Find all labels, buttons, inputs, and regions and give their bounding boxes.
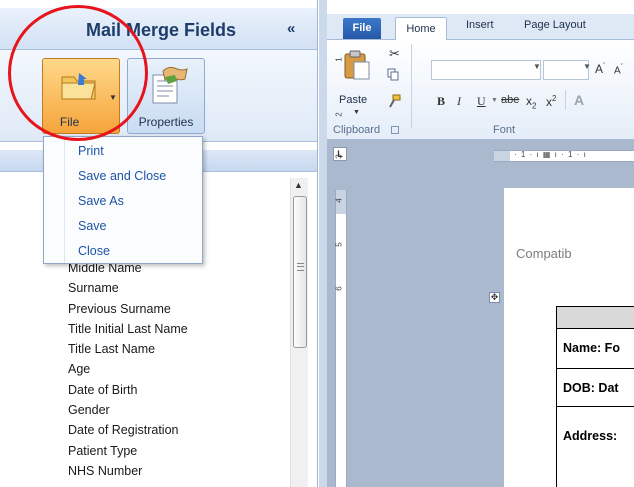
properties-button[interactable]: Properties (127, 58, 205, 134)
ruler-number: 3 (334, 154, 344, 159)
field-list-item[interactable]: Title Last Name (68, 339, 288, 359)
panel-header: Mail Merge Fields « (0, 8, 317, 50)
panel-title: Mail Merge Fields (86, 20, 237, 40)
collapse-panel-button[interactable]: « (287, 20, 295, 37)
file-button[interactable]: ▼ File (42, 58, 120, 134)
font-group-label: Font (493, 124, 516, 136)
file-button-label: File (59, 115, 80, 129)
font-name-box[interactable] (431, 60, 541, 80)
cut-scissors-icon[interactable]: ✂ (389, 46, 400, 62)
field-list-item[interactable]: Title Initial Last Name (68, 319, 288, 339)
field-list-item[interactable]: Gender (68, 400, 288, 420)
scroll-grip-icon (297, 263, 304, 271)
menu-item-print[interactable]: Print (78, 144, 104, 158)
chevron-down-icon: ▼ (109, 93, 117, 102)
vertical-ruler[interactable]: 1 2 3 4 5 6 (334, 57, 347, 487)
bold-button[interactable]: B (437, 94, 445, 109)
panel-toolbar: ▼ File Properties (0, 50, 317, 142)
menu-item-save-and-close[interactable]: Save and Close (78, 169, 166, 183)
ruler-number: 6 (334, 286, 344, 291)
table-row[interactable]: Name: Fo (557, 328, 634, 368)
menu-item-close[interactable]: Close (78, 244, 110, 258)
ruler-number: 5 (334, 242, 344, 247)
tab-page-layout[interactable]: Page Layout (524, 19, 586, 31)
table-cell-text: Address: (563, 429, 618, 443)
menu-item-save[interactable]: Save (78, 219, 107, 233)
document-table[interactable]: Name: Fo DOB: Dat Address: (556, 306, 634, 487)
menu-item-save-as[interactable]: Save As (78, 194, 124, 208)
ruler-number: 1 (334, 57, 344, 62)
ruler-number: 2 (334, 112, 344, 117)
ribbon-group-separator (411, 44, 412, 128)
strikethrough-button[interactable]: abe (501, 94, 519, 106)
table-header-row[interactable] (557, 306, 634, 328)
table-move-handle-icon[interactable]: ✥ (489, 292, 500, 303)
ribbon-separator (565, 90, 566, 110)
shrink-font-icon[interactable]: Aˇ (614, 64, 623, 76)
scroll-thumb[interactable] (293, 196, 307, 348)
compatibility-text: Compatib (516, 246, 572, 261)
mail-merge-panel: Mail Merge Fields « ▼ File Properties Mi… (0, 0, 318, 487)
field-list-item[interactable]: Surname (68, 278, 288, 298)
ruler-number: 4 (334, 198, 344, 203)
field-list-item[interactable]: Previous Surname (68, 299, 288, 319)
horizontal-ruler[interactable]: · 1 · ı ▦ ı · 1 · ı (494, 150, 634, 162)
clipboard-dialog-launcher-icon[interactable] (391, 126, 399, 134)
document-page[interactable]: Compatib ✥ Name: Fo DOB: Dat Address: (489, 188, 634, 487)
tab-file[interactable]: File (343, 18, 381, 39)
field-list-item[interactable]: Date of Birth (68, 380, 288, 400)
field-list-item[interactable]: Patient Type (68, 441, 288, 461)
ruler-margin-shade (494, 151, 510, 161)
underline-button[interactable]: U (477, 94, 486, 109)
clipboard-paste-icon (344, 50, 370, 80)
folder-icon (61, 73, 96, 100)
field-list-scrollbar[interactable]: ▲ (290, 178, 308, 487)
properties-icon (152, 66, 188, 104)
superscript-button[interactable]: x2 (546, 94, 556, 109)
field-list: Middle Name Surname Previous Surname Title … (68, 258, 288, 481)
table-row[interactable]: Address: (557, 406, 634, 487)
grow-font-icon[interactable]: Aˆ (595, 62, 605, 76)
text-effects-icon[interactable]: A (574, 92, 584, 108)
copy-icon[interactable] (387, 68, 400, 81)
subscript-button[interactable]: x2 (526, 94, 536, 110)
clipboard-group-label: Clipboard (333, 124, 381, 136)
format-painter-icon[interactable] (387, 94, 401, 108)
paste-label: Paste (339, 94, 368, 106)
word-window: File Home Insert Page Layout Paste ▼ ✂ C… (319, 0, 634, 487)
tab-home[interactable]: Home (395, 17, 447, 40)
table-cell-text: Name: Fo (563, 341, 620, 355)
home-ribbon: Paste ▼ ✂ Clipboard ▼ ▼ Aˆ Aˇ B I U ▼ ab… (327, 40, 634, 140)
ruler-ticks: · 1 · ı ▦ ı · 1 · ı (514, 150, 587, 159)
scroll-up-arrow-icon[interactable]: ▲ (294, 180, 303, 190)
chevron-down-icon[interactable]: ▼ (491, 97, 498, 104)
chevron-down-icon[interactable]: ▼ (533, 62, 541, 71)
tab-insert[interactable]: Insert (466, 19, 494, 31)
chevron-down-icon[interactable]: ▼ (583, 62, 591, 71)
ribbon-tabs: File Home Insert Page Layout (327, 14, 634, 40)
field-list-item[interactable]: NHS Number (68, 461, 288, 481)
file-dropdown-menu: Print Save and Close Save As Save Close (43, 136, 203, 264)
properties-button-label: Properties (138, 115, 194, 129)
table-row[interactable]: DOB: Dat (557, 368, 634, 406)
field-list-item[interactable]: Date of Registration (68, 420, 288, 440)
italic-button[interactable]: I (457, 94, 461, 109)
table-cell-text: DOB: Dat (563, 381, 619, 395)
chevron-down-icon: ▼ (353, 109, 360, 116)
window-splitter[interactable] (319, 0, 327, 487)
field-list-item[interactable]: Age (68, 359, 288, 379)
